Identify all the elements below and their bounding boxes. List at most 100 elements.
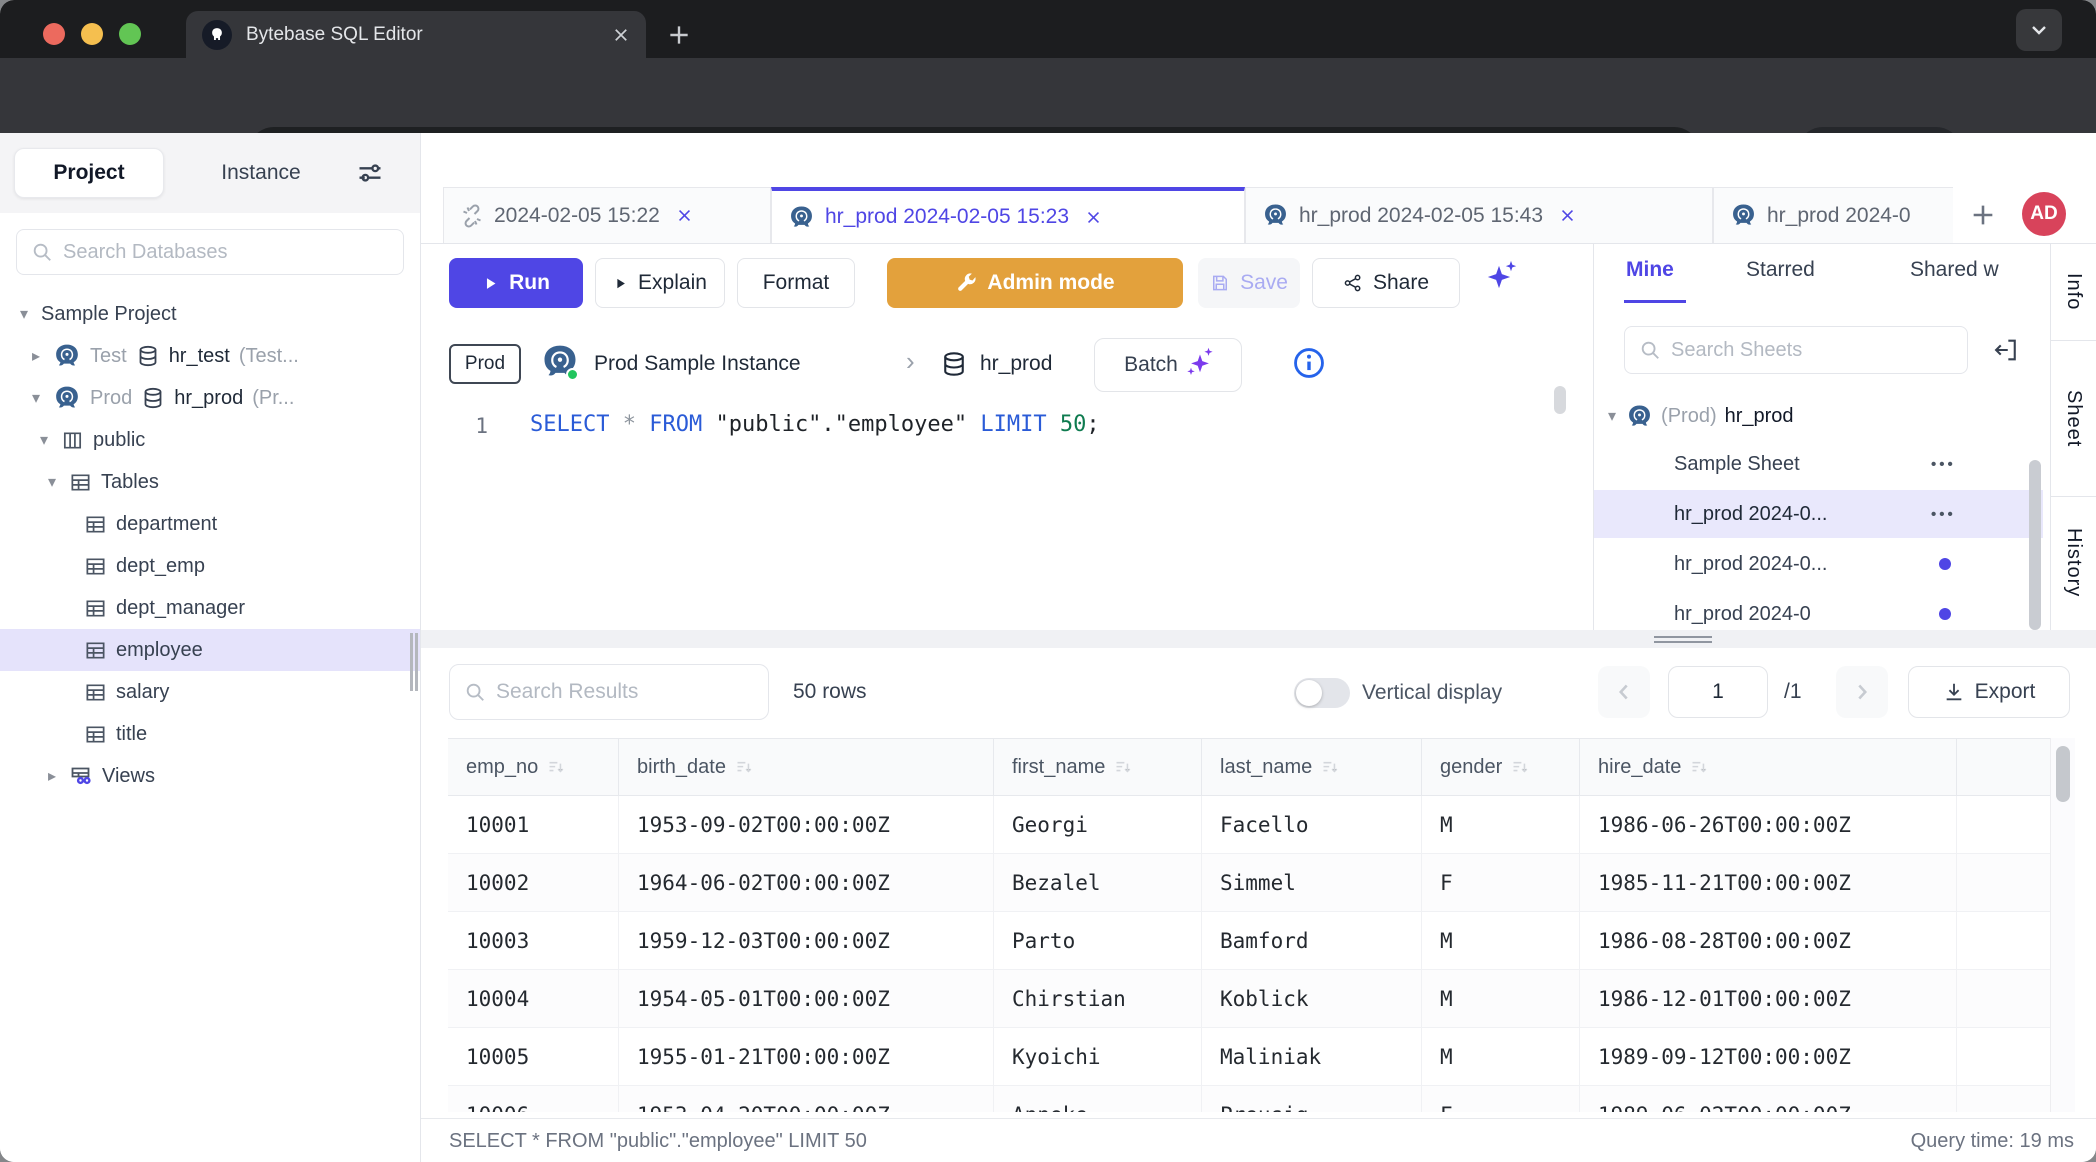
sql-code-line[interactable]: SELECT * FROM "public"."employee" LIMIT …	[530, 412, 1100, 437]
tree-item-table-title[interactable]: title	[0, 713, 420, 755]
page-number-box[interactable]	[1668, 666, 1768, 718]
sort-icon[interactable]	[546, 757, 567, 778]
next-page-button[interactable]	[1836, 666, 1888, 718]
sheet-tab-3[interactable]: hr_prod 2024-02-05 15:43	[1245, 187, 1713, 243]
run-button[interactable]: Run	[449, 258, 583, 308]
results-scrollbar-track[interactable]	[2050, 738, 2075, 1112]
tree-item-table-dept-emp[interactable]: dept_emp	[0, 545, 420, 587]
tree-item-project[interactable]: ▾ Sample Project	[0, 293, 420, 335]
table-row[interactable]: 100041954-05-01T00:00:00ZChirstianKoblic…	[448, 970, 2050, 1028]
tree-item-hr-test[interactable]: ▸ Test hr_test (Test...	[0, 335, 420, 377]
collapse-panel-icon[interactable]	[1992, 336, 2020, 364]
caret-down-icon[interactable]: ▾	[1608, 406, 1616, 426]
tab-shared[interactable]: Shared w	[1910, 258, 1999, 282]
instance-name[interactable]: Prod Sample Instance	[594, 352, 801, 376]
export-button[interactable]: Export	[1908, 666, 2070, 718]
editor-scrollbar-thumb[interactable]	[1554, 386, 1566, 414]
sort-icon[interactable]	[1113, 757, 1134, 778]
sheet-tab-2-active[interactable]: hr_prod 2024-02-05 15:23	[771, 187, 1245, 243]
tab-project[interactable]: Project	[14, 148, 164, 198]
sort-icon[interactable]	[1689, 757, 1710, 778]
side-tab-history[interactable]: History	[2051, 497, 2096, 629]
browser-tab[interactable]: Bytebase SQL Editor	[186, 11, 646, 58]
macos-zoom-button[interactable]	[119, 23, 141, 45]
sheet-item-clipped[interactable]: hr_prod 2024-0	[1594, 590, 2043, 630]
side-tab-sheet[interactable]: Sheet	[2051, 341, 2096, 497]
panel-splitter[interactable]	[421, 630, 2096, 648]
sidebar-resize-handle[interactable]	[410, 633, 418, 691]
user-avatar[interactable]: AD	[2022, 192, 2066, 236]
close-tab-icon[interactable]	[1085, 209, 1102, 226]
tree-item-views-group[interactable]: ▸ Views	[0, 755, 420, 797]
tab-mine[interactable]: Mine	[1626, 258, 1674, 282]
tree-item-schema-public[interactable]: ▾ public	[0, 419, 420, 461]
column-header-hire-date[interactable]: hire_date	[1580, 739, 1957, 795]
search-databases-box[interactable]	[16, 229, 404, 275]
search-results-input[interactable]	[496, 680, 754, 704]
sheet-item-selected[interactable]: hr_prod 2024-0... •••	[1594, 490, 2043, 538]
admin-mode-button[interactable]: Admin mode	[887, 258, 1183, 308]
filter-settings-icon[interactable]	[356, 159, 384, 187]
ai-assistant-sparkles-icon[interactable]	[1484, 264, 1514, 294]
table-row-clipped[interactable]: 100061953-04-20T00:00:00ZAnnekePreusigF1…	[448, 1086, 2050, 1112]
sheet-item-unsaved[interactable]: hr_prod 2024-0...	[1594, 540, 2043, 588]
new-tab-button[interactable]	[666, 22, 692, 48]
sheet-tab-4[interactable]: hr_prod 2024-0	[1713, 187, 1953, 243]
sort-icon[interactable]	[1510, 757, 1531, 778]
sort-icon[interactable]	[734, 757, 755, 778]
sheet-group-row[interactable]: ▾ (Prod) hr_prod	[1594, 394, 2043, 438]
close-tab-icon[interactable]	[676, 207, 693, 224]
sheet-menu-icon[interactable]: •••	[1931, 506, 1956, 523]
search-results-box[interactable]	[449, 664, 769, 720]
search-sheets-input[interactable]	[1671, 339, 1953, 362]
tab-search-button[interactable]	[2016, 9, 2062, 51]
table-row[interactable]: 100031959-12-03T00:00:00ZPartoBamfordM19…	[448, 912, 2050, 970]
side-tab-info[interactable]: Info	[2051, 244, 2096, 341]
tree-item-tables-group[interactable]: ▾ Tables	[0, 461, 420, 503]
sort-icon[interactable]	[1320, 757, 1341, 778]
tree-item-table-salary[interactable]: salary	[0, 671, 420, 713]
close-tab-icon[interactable]	[1559, 207, 1576, 224]
macos-close-button[interactable]	[43, 23, 65, 45]
tree-item-table-employee[interactable]: employee	[0, 629, 420, 671]
share-button[interactable]: Share	[1312, 258, 1460, 308]
column-header-last-name[interactable]: last_name	[1202, 739, 1422, 795]
splitter-drag-handle[interactable]	[1654, 636, 1712, 643]
new-sheet-tab-button[interactable]	[1969, 201, 1997, 229]
database-name[interactable]: hr_prod	[980, 352, 1052, 376]
search-databases-input[interactable]	[63, 241, 389, 264]
table-row[interactable]: 100021964-06-02T00:00:00ZBezalelSimmelF1…	[448, 854, 2050, 912]
tree-item-hr-prod[interactable]: ▾ Prod hr_prod (Pr...	[0, 377, 420, 419]
macos-minimize-button[interactable]	[81, 23, 103, 45]
caret-right-icon[interactable]: ▸	[28, 346, 44, 366]
column-header-first-name[interactable]: first_name	[994, 739, 1202, 795]
tree-item-table-dept-manager[interactable]: dept_manager	[0, 587, 420, 629]
format-button[interactable]: Format	[737, 258, 855, 308]
table-row[interactable]: 100011953-09-02T00:00:00ZGeorgiFacelloM1…	[448, 796, 2050, 854]
column-header-emp-no[interactable]: emp_no	[448, 739, 619, 795]
save-button[interactable]: Save	[1198, 258, 1300, 308]
search-sheets-box[interactable]	[1624, 326, 1968, 374]
results-scrollbar-thumb[interactable]	[2056, 746, 2070, 802]
column-header-gender[interactable]: gender	[1422, 739, 1580, 795]
batch-mode-button[interactable]: Batch	[1094, 338, 1242, 392]
caret-down-icon[interactable]: ▾	[44, 472, 60, 492]
sheet-tab-1[interactable]: 2024-02-05 15:22	[443, 187, 771, 243]
caret-down-icon[interactable]: ▾	[36, 430, 52, 450]
column-header-birth-date[interactable]: birth_date	[619, 739, 994, 795]
caret-right-icon[interactable]: ▸	[44, 766, 60, 786]
caret-down-icon[interactable]: ▾	[16, 304, 32, 324]
caret-down-icon[interactable]: ▾	[28, 388, 44, 408]
explain-button[interactable]: Explain	[595, 258, 725, 308]
sheet-list-scrollbar-thumb[interactable]	[2029, 460, 2041, 630]
tab-starred[interactable]: Starred	[1746, 258, 1815, 282]
sheet-menu-icon[interactable]: •••	[1931, 456, 1956, 473]
tab-instance[interactable]: Instance	[196, 148, 326, 198]
connection-info-icon[interactable]	[1292, 346, 1326, 380]
browser-tab-close-icon[interactable]	[612, 26, 630, 44]
page-number-input[interactable]	[1678, 680, 1758, 704]
vertical-display-toggle[interactable]	[1294, 678, 1350, 708]
prev-page-button[interactable]	[1598, 666, 1650, 718]
table-row[interactable]: 100051955-01-21T00:00:00ZKyoichiMaliniak…	[448, 1028, 2050, 1086]
sheet-item-sample[interactable]: Sample Sheet •••	[1594, 440, 2043, 488]
